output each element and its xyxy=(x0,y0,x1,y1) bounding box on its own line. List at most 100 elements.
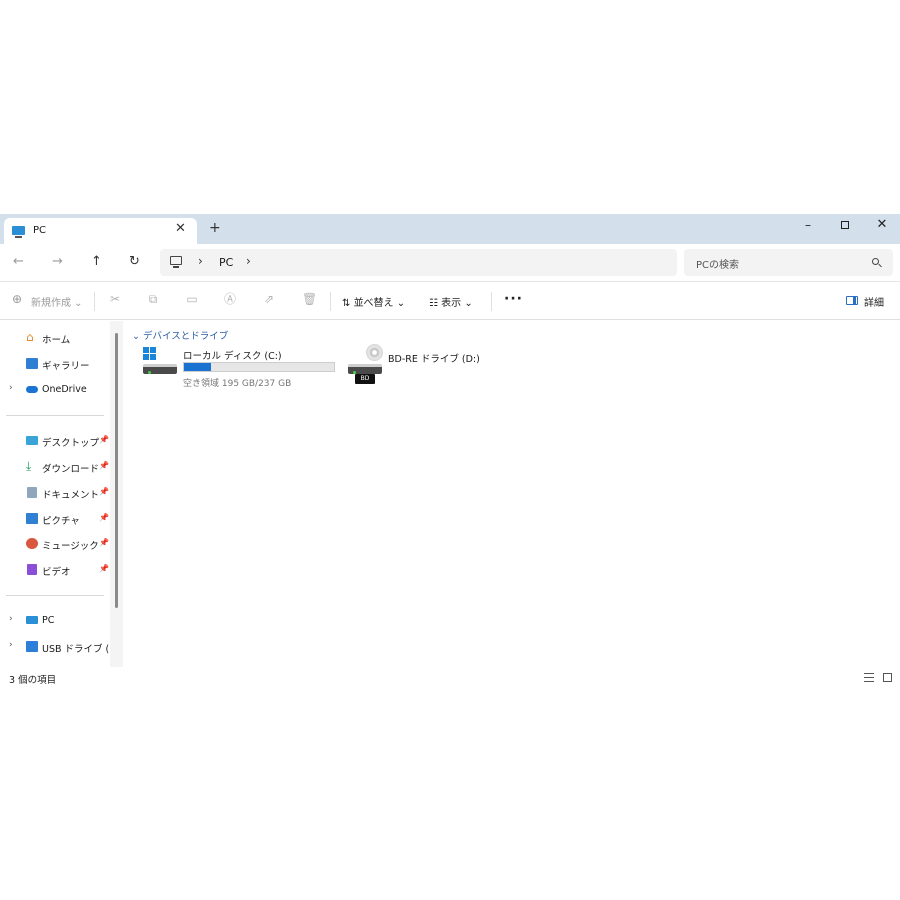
sidebar-item-label: ピクチャ xyxy=(42,516,80,527)
sidebar-scrollbar-thumb[interactable] xyxy=(115,333,118,608)
breadcrumb-chevron-icon[interactable]: › xyxy=(246,254,251,268)
pin-icon[interactable]: 📌 xyxy=(99,513,109,522)
expand-chevron-icon[interactable]: › xyxy=(9,640,13,650)
group-header[interactable]: ⌄ デバイスとドライブ xyxy=(132,328,228,342)
gallery-icon xyxy=(26,358,38,369)
new-button-label: 新規作成 xyxy=(31,298,71,309)
share-icon[interactable]: ⇗ xyxy=(263,293,275,306)
sidebar-item-onedrive[interactable]: › OneDrive xyxy=(0,380,110,400)
more-options-button[interactable]: ··· xyxy=(504,291,523,307)
drive-item-d[interactable]: BD BD-RE ドライブ (D:) xyxy=(346,344,496,390)
view-button[interactable]: ☷ 表示 ⌄ xyxy=(429,294,473,309)
details-pane-icon xyxy=(846,296,858,305)
title-bar: PC ✕ + – ✕ xyxy=(0,214,900,244)
search-icon[interactable] xyxy=(872,258,879,265)
refresh-button[interactable]: ↻ xyxy=(129,254,140,269)
pin-icon[interactable]: 📌 xyxy=(99,435,109,444)
toolbar-divider xyxy=(94,292,95,311)
document-icon xyxy=(27,487,37,498)
video-icon xyxy=(27,564,37,575)
breadcrumb-pc[interactable]: PC xyxy=(219,256,233,269)
drive-usage-fill xyxy=(184,363,211,371)
rename-icon[interactable]: Ⓐ xyxy=(224,293,236,306)
cloud-icon xyxy=(26,386,38,393)
sidebar-item-label: ホーム xyxy=(42,335,71,346)
up-button[interactable]: ↑ xyxy=(91,254,102,269)
sidebar-item-usb[interactable]: › USB ドライブ (E:) xyxy=(0,637,122,657)
download-icon: ⤓ xyxy=(26,459,32,473)
desktop-icon xyxy=(26,436,38,445)
tab-close-icon[interactable]: ✕ xyxy=(175,221,186,236)
new-tab-button[interactable]: + xyxy=(209,220,221,236)
back-button[interactable]: ← xyxy=(13,254,24,269)
sidebar-item-label: デスクトップ xyxy=(42,438,100,449)
monitor-icon xyxy=(12,226,25,238)
command-bar: ⊕ 新規作成 ⌄ ✂ ⧉ ▭ Ⓐ ⇗ 🗑 ⇅ 並べ替え ⌄ ☷ 表示 ⌄ ···… xyxy=(0,283,900,320)
group-header-label: デバイスとドライブ xyxy=(142,331,229,342)
cut-icon[interactable]: ✂ xyxy=(109,293,121,306)
sidebar-item-home[interactable]: ⌂ ホーム xyxy=(0,328,110,348)
optical-drive-icon xyxy=(348,364,382,374)
pin-icon[interactable]: 📌 xyxy=(99,564,109,573)
windows-logo-icon xyxy=(143,347,156,360)
details-button[interactable]: 詳細 xyxy=(864,294,884,309)
sidebar-item-pc[interactable]: › PC xyxy=(0,611,110,631)
expand-chevron-icon[interactable]: › xyxy=(9,614,13,624)
new-button[interactable]: 新規作成 ⌄ xyxy=(31,294,83,309)
sidebar-item-desktop[interactable]: デスクトップ 📌 xyxy=(0,431,110,451)
paste-icon[interactable]: ▭ xyxy=(186,293,198,306)
sidebar-item-downloads[interactable]: ⤓ ダウンロード 📌 xyxy=(0,457,110,477)
tab-pc[interactable]: PC ✕ xyxy=(4,218,197,244)
pin-icon[interactable]: 📌 xyxy=(99,487,109,496)
drive-usage-bar xyxy=(183,362,335,372)
sidebar-item-label: OneDrive xyxy=(42,384,87,395)
view-label: 表示 xyxy=(441,298,462,309)
sort-button[interactable]: ⇅ 並べ替え ⌄ xyxy=(342,294,405,309)
drive-name: BD-RE ドライブ (D:) xyxy=(388,354,480,365)
forward-button[interactable]: → xyxy=(52,254,63,269)
item-count: 3 個の項目 xyxy=(9,675,57,686)
drive-item-c[interactable]: ローカル ディスク (C:) 空き領域 195 GB/237 GB xyxy=(141,344,341,390)
maximize-button[interactable] xyxy=(827,215,863,237)
sidebar-item-music[interactable]: ミュージック 📌 xyxy=(0,534,110,554)
music-icon xyxy=(26,538,38,549)
sidebar-item-documents[interactable]: ドキュメント 📌 xyxy=(0,483,110,503)
toolbar-divider xyxy=(491,292,492,311)
pin-icon[interactable]: 📌 xyxy=(99,538,109,547)
search-box[interactable]: PCの検索 xyxy=(684,249,893,276)
sidebar-item-label: ドキュメント xyxy=(42,490,100,501)
sidebar-item-pictures[interactable]: ピクチャ 📌 xyxy=(0,509,110,529)
content-area: ⌄ デバイスとドライブ ローカル ディスク (C:) 空き領域 195 GB/2… xyxy=(123,321,900,667)
pictures-icon xyxy=(26,513,38,524)
delete-icon[interactable]: 🗑 xyxy=(302,293,317,306)
address-bar[interactable]: › PC › xyxy=(160,249,677,276)
pin-icon[interactable]: 📌 xyxy=(99,461,109,470)
sidebar-item-label: ギャラリー xyxy=(42,361,90,372)
close-window-button[interactable]: ✕ xyxy=(864,215,900,237)
sidebar-divider xyxy=(6,415,104,416)
details-view-icon[interactable] xyxy=(864,673,874,682)
disc-icon xyxy=(366,344,383,361)
home-icon: ⌂ xyxy=(26,330,34,344)
navigation-bar: ← → ↑ ↻ › PC › PCの検索 xyxy=(0,244,900,282)
copy-icon[interactable]: ⧉ xyxy=(147,293,159,306)
sidebar-item-label: PC xyxy=(42,615,55,626)
sidebar-item-gallery[interactable]: ギャラリー xyxy=(0,354,110,374)
breadcrumb-chevron-icon[interactable]: › xyxy=(198,254,203,268)
toolbar-divider xyxy=(330,292,331,311)
navigation-pane: ⌂ ホーム ギャラリー › OneDrive デスクトップ 📌 ⤓ ダウンロード… xyxy=(0,321,123,667)
tiles-view-icon[interactable] xyxy=(883,673,892,682)
tab-title: PC xyxy=(33,225,47,236)
bd-badge: BD xyxy=(355,374,375,384)
sidebar-item-label: ダウンロード xyxy=(42,464,100,475)
maximize-icon xyxy=(841,221,849,229)
expand-chevron-icon[interactable]: › xyxy=(9,383,13,393)
file-explorer-window: PC ✕ + – ✕ ← → ↑ ↻ › PC › PCの検索 ⊕ 新規作成 ⌄… xyxy=(0,214,900,688)
minimize-button[interactable]: – xyxy=(790,215,826,237)
drive-name: ローカル ディスク (C:) xyxy=(183,351,282,362)
hard-drive-icon xyxy=(143,364,177,374)
sidebar-item-label: ミュージック xyxy=(42,541,99,552)
search-input[interactable]: PCの検索 xyxy=(696,256,739,271)
sidebar-item-videos[interactable]: ビデオ 📌 xyxy=(0,560,110,580)
pc-icon xyxy=(26,616,38,624)
